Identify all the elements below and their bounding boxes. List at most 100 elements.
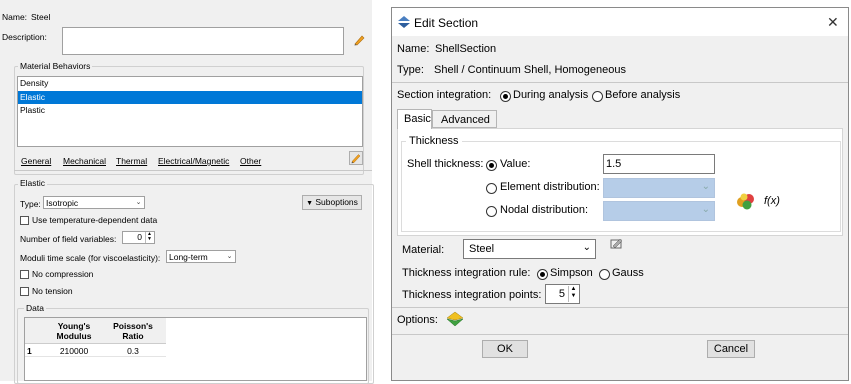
material-manager-icon[interactable] [610, 237, 624, 250]
before-analysis-radio[interactable] [592, 91, 603, 102]
tab-label: Advanced [441, 114, 490, 126]
name-label: Name: [2, 12, 28, 22]
triangle-down-icon: ▼ [306, 200, 313, 207]
field-vars-label: Number of field variables: [20, 234, 117, 244]
edit-behavior-button[interactable] [349, 151, 363, 165]
divider [392, 334, 848, 335]
field-vars-spinner[interactable]: 0 ▲ ▼ [122, 231, 155, 244]
temp-dependent-checkbox[interactable] [20, 216, 29, 225]
menu-other[interactable]: Other [240, 156, 261, 166]
tab-basic[interactable]: Basic [397, 109, 432, 129]
create-distribution-icon[interactable] [736, 192, 756, 210]
before-analysis-label: Before analysis [605, 89, 681, 101]
divider [14, 170, 372, 171]
elastic-title: Elastic [18, 178, 48, 188]
nodal-distribution-label: Nodal distribution: [500, 204, 589, 216]
thickness-title: Thickness [406, 135, 462, 147]
pencil-icon[interactable] [352, 33, 366, 47]
nodal-distribution-radio[interactable] [486, 206, 497, 217]
section-name-value: ShellSection [435, 43, 497, 55]
menu-thermal[interactable]: Thermal [116, 156, 147, 166]
header-line: Poisson's [113, 321, 153, 331]
dialog-titlebar[interactable]: Edit Section ✕ [392, 8, 848, 36]
thickness-value-input[interactable]: 1.5 [603, 154, 715, 174]
moduli-select-value: Long-term [169, 252, 208, 262]
points-spinner[interactable]: 5 ▲ ▼ [545, 284, 580, 304]
material-behaviors-title: Material Behaviors [18, 61, 93, 71]
shell-thickness-label: Shell thickness: [407, 158, 484, 170]
material-name-value: Steel [31, 12, 51, 22]
section-name-label: Name: [397, 43, 430, 55]
no-tension-checkbox[interactable] [20, 287, 29, 296]
divider [392, 82, 848, 83]
description-field[interactable] [62, 27, 344, 55]
close-icon[interactable]: ✕ [827, 14, 839, 31]
data-table[interactable]: Young's Modulus Poisson's Ratio 1 210000… [24, 317, 367, 381]
simpson-label: Simpson [550, 267, 593, 279]
behavior-item-elastic[interactable]: Elastic [18, 91, 362, 104]
value-radio[interactable] [486, 160, 497, 171]
points-value: 5 [558, 288, 565, 300]
no-compression-label: No compression [32, 269, 94, 279]
header-line: Ratio [122, 331, 144, 341]
cancel-button[interactable]: Cancel [707, 340, 755, 358]
data-title: Data [24, 303, 46, 313]
spinner-arrows-icon[interactable]: ▲ ▼ [145, 232, 153, 243]
menu-mechanical[interactable]: Mechanical [63, 156, 106, 166]
cancel-label: Cancel [713, 343, 749, 355]
edit-material-panel: Name: Steel Description: Material Behavi… [0, 0, 374, 384]
ok-button[interactable]: OK [482, 340, 528, 358]
options-icon[interactable] [446, 311, 464, 327]
spinner-arrows-icon[interactable]: ▲ ▼ [568, 286, 578, 302]
material-select[interactable]: Steel ⌄ [463, 239, 596, 259]
chevron-down-icon: ⌄ [226, 253, 233, 260]
behavior-item-density[interactable]: Density [18, 78, 362, 90]
tab-advanced[interactable]: Advanced [432, 110, 497, 128]
pencil-icon [351, 154, 361, 164]
poissons-ratio-cell[interactable]: 0.3 [104, 346, 162, 356]
thickness-value: 1.5 [606, 158, 622, 170]
column-header-youngs-modulus[interactable]: Young's Modulus [46, 321, 102, 341]
temp-dependent-label: Use temperature-dependent data [32, 215, 158, 225]
divider [392, 307, 848, 308]
moduli-select[interactable]: Long-term ⌄ [166, 250, 236, 263]
menu-general[interactable]: General [21, 156, 51, 166]
material-select-value: Steel [469, 243, 495, 255]
element-distribution-radio[interactable] [486, 183, 497, 194]
chevron-down-icon: ⌄ [135, 199, 142, 206]
fx-label[interactable]: f(x) [764, 195, 780, 207]
nodal-distribution-select[interactable]: ⌄ [603, 201, 715, 221]
behaviors-list[interactable]: Density Elastic Plastic [17, 76, 363, 147]
type-select[interactable]: Isotropic ⌄ [43, 196, 145, 209]
tab-label: Basic [404, 113, 431, 125]
menu-electrical-magnetic[interactable]: Electrical/Magnetic [158, 156, 229, 166]
ok-label: OK [497, 343, 513, 355]
section-type-label: Type: [397, 64, 424, 76]
element-distribution-select[interactable]: ⌄ [603, 178, 715, 198]
behavior-item-plastic[interactable]: Plastic [18, 105, 362, 117]
type-select-value: Isotropic [46, 198, 79, 208]
section-type-value: Shell / Continuum Shell, Homogeneous [434, 64, 627, 76]
row-index: 1 [27, 346, 32, 356]
during-analysis-label: During analysis [513, 89, 589, 101]
options-label: Options: [397, 314, 438, 326]
during-analysis-radio[interactable] [500, 91, 511, 102]
no-compression-checkbox[interactable] [20, 270, 29, 279]
column-header-poissons-ratio[interactable]: Poisson's Ratio [104, 321, 162, 341]
gauss-radio[interactable] [599, 269, 610, 280]
suboptions-label: Suboptions [315, 197, 358, 207]
header-line: Modulus [56, 331, 92, 341]
value-radio-label: Value: [500, 158, 531, 170]
section-icon [398, 16, 410, 28]
moduli-label: Moduli time scale (for viscoelasticity): [20, 253, 161, 263]
rule-label: Thickness integration rule: [402, 267, 531, 279]
material-label: Material: [402, 244, 445, 256]
field-vars-value: 0 [137, 232, 142, 242]
suboptions-button[interactable]: ▼ Suboptions [302, 195, 362, 210]
youngs-modulus-cell[interactable]: 210000 [46, 346, 102, 356]
description-label: Description: [2, 32, 47, 42]
integration-label: Section integration: [397, 89, 492, 101]
simpson-radio[interactable] [537, 269, 548, 280]
chevron-down-icon: ⌄ [701, 181, 710, 192]
table-row: 1 210000 0.3 [25, 345, 166, 357]
